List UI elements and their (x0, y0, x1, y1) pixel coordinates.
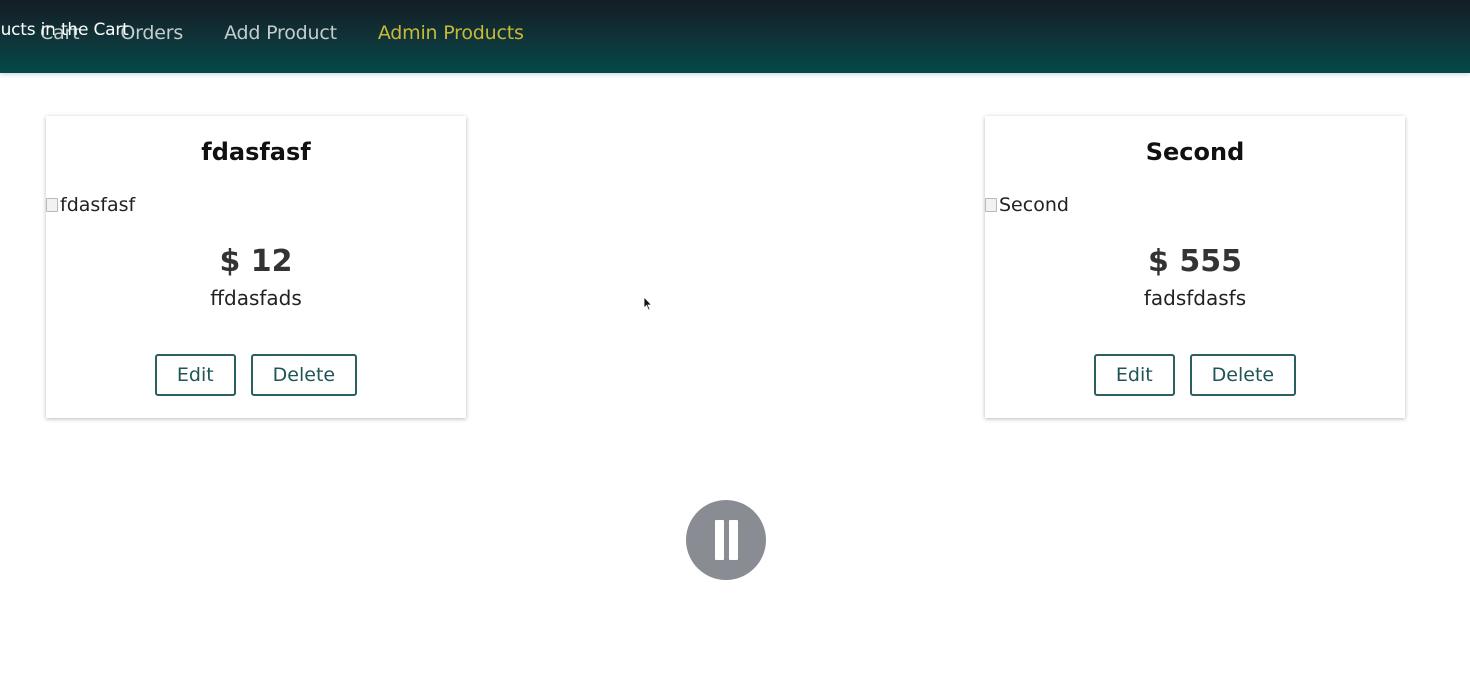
product-price: $ 12 (219, 244, 293, 279)
mouse-pointer-icon (643, 296, 653, 311)
nav-item-admin-products[interactable]: Admin Products (378, 22, 524, 44)
video-pause-button[interactable] (686, 500, 766, 580)
pause-icon (715, 520, 724, 560)
delete-button[interactable]: Delete (250, 354, 358, 396)
broken-image-icon (46, 198, 58, 212)
product-image: fdasfasf (46, 194, 135, 216)
card-actions: Edit Delete (46, 354, 466, 396)
top-navbar: Cart Orders Add Product Admin Products d… (0, 0, 1470, 73)
product-description: ffdasfads (210, 286, 302, 310)
delete-button[interactable]: Delete (1189, 354, 1297, 396)
broken-image-icon (985, 198, 997, 212)
product-title: fdasfasf (201, 138, 311, 166)
product-description: fadsfdasfs (1143, 286, 1247, 310)
product-image: Second (985, 194, 1069, 216)
edit-button[interactable]: Edit (1093, 354, 1175, 396)
pause-icon (729, 520, 738, 560)
edit-button[interactable]: Edit (154, 354, 236, 396)
product-image-alt: fdasfasf (60, 194, 136, 216)
product-card: fdasfasf fdasfasf $ 12 ffdasfads Edit De… (46, 116, 466, 418)
product-image-alt: Second (999, 194, 1069, 216)
nav-item-add-product[interactable]: Add Product (224, 22, 337, 44)
nav-item-orders[interactable]: Orders (120, 22, 183, 44)
product-title: Second (1145, 138, 1245, 166)
product-price: $ 555 (1148, 244, 1242, 279)
nav-tooltip: ducts in the Cart (0, 20, 129, 40)
card-actions: Edit Delete (985, 354, 1405, 396)
product-card: Second Second $ 555 fadsfdasfs Edit Dele… (985, 116, 1405, 418)
